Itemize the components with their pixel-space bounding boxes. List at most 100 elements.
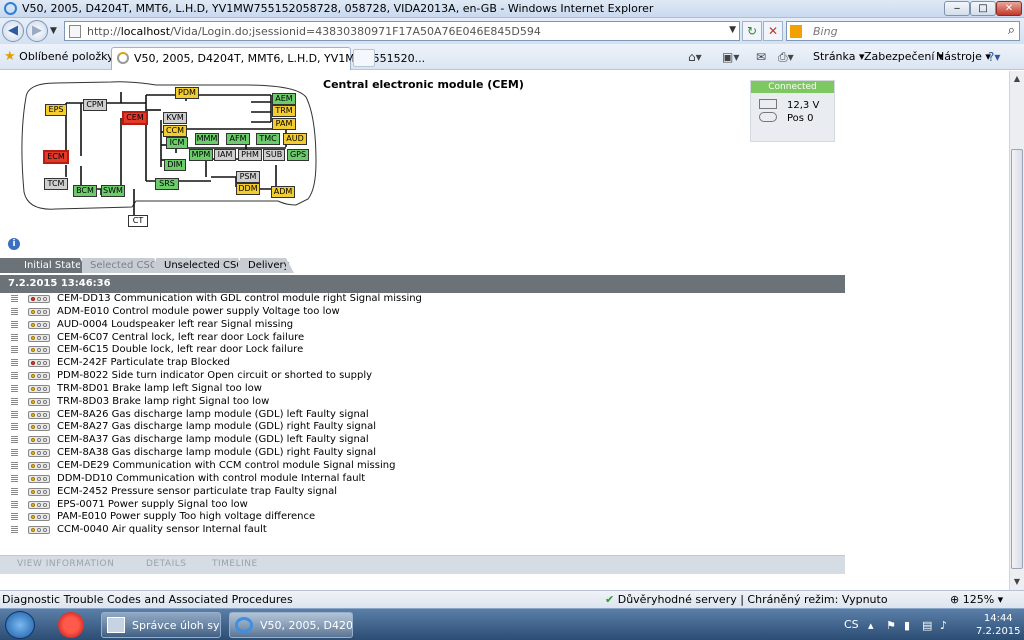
drag-handle-icon[interactable] [11,346,18,355]
module-gps[interactable]: GPS [287,149,309,161]
scroll-up-icon[interactable]: ▲ [1010,71,1024,87]
network-icon[interactable]: ▤ [922,619,932,632]
module-pam[interactable]: PAM [272,118,296,130]
stop-button[interactable]: ✕ [763,21,783,41]
recent-pages-dropdown-icon[interactable]: ▼ [50,26,57,36]
module-tcm[interactable]: TCM [44,178,68,190]
taskbar-ie-window[interactable]: V50, 2005, D4204T... [229,612,353,638]
print-icon[interactable]: ⎙▾ [778,50,794,65]
taskbar-task-manager[interactable]: Správce úloh syst... [101,612,221,638]
browser-tab[interactable]: V50, 2005, D4204T, MMT6, L.H.D, YV1MW755… [111,47,425,70]
drag-handle-icon[interactable] [11,410,18,419]
maximize-button[interactable]: □ [970,1,996,16]
drag-handle-icon[interactable] [11,487,18,496]
drag-handle-icon[interactable] [11,526,18,535]
dtc-row[interactable]: CEM-8A38 Gas discharge lamp module (GDL)… [0,447,845,460]
address-bar[interactable]: http://localhost/Vida/Login.do;jsessioni… [64,21,740,41]
help-icon[interactable]: ?▾ [988,50,1000,64]
module-dim[interactable]: DIM [164,159,186,171]
tab-delivery[interactable]: Delivery [240,258,294,273]
dtc-row[interactable]: PDM-8022 Side turn indicator Open circui… [0,370,845,383]
back-button[interactable]: ◀ [2,20,24,42]
info-icon[interactable]: i [8,238,20,250]
module-mpm[interactable]: MPM [189,149,213,161]
module-aud[interactable]: AUD [283,133,307,145]
address-dropdown-icon[interactable]: ▼ [729,25,736,35]
drag-handle-icon[interactable] [11,436,18,445]
drag-handle-icon[interactable] [11,320,18,329]
close-button[interactable]: ✕ [996,1,1022,16]
module-ct[interactable]: CT [128,215,148,227]
address-url[interactable]: http://localhost/Vida/Login.do;jsessioni… [87,25,541,38]
refresh-button[interactable]: ↻ [742,21,762,41]
start-button[interactable] [5,611,35,639]
dtc-row[interactable]: AUD-0004 Loudspeaker left rear Signal mi… [0,319,845,332]
module-ecm[interactable]: ECM [43,150,69,164]
module-adm[interactable]: ADM [271,186,295,198]
zoom-control[interactable]: ⊕ 125% ▾ [950,593,1003,606]
tools-menu[interactable]: Nástroje ▾ [936,50,991,63]
dtc-row[interactable]: CEM-DD13 Communication with GDL control … [0,293,845,306]
module-cpm[interactable]: CPM [83,99,107,111]
drag-handle-icon[interactable] [11,513,18,522]
module-swm[interactable]: SWM [101,185,125,197]
flag-icon[interactable]: ⚑ [886,619,896,632]
view-information-button[interactable]: VIEW INFORMATION [17,559,114,569]
minimize-button[interactable]: ‒ [944,1,970,16]
module-sub[interactable]: SUB [263,149,285,161]
tab-unselected-csc[interactable]: Unselected CSC [156,258,246,273]
drag-handle-icon[interactable] [11,500,18,509]
favorites-button[interactable]: ★ Oblíbené položky [4,49,114,64]
dtc-row[interactable]: ECM-242F Particulate trap Blocked [0,357,845,370]
dtc-row[interactable]: TRM-8D01 Brake lamp left Signal too low [0,383,845,396]
battery-tray-icon[interactable]: ▮ [904,619,910,632]
drag-handle-icon[interactable] [11,474,18,483]
module-bcm[interactable]: BCM [73,185,97,197]
dtc-row[interactable]: DDM-DD10 Communication with control modu… [0,473,845,486]
module-tmc[interactable]: TMC [256,133,280,145]
module-ccm[interactable]: CCM [163,125,187,137]
drag-handle-icon[interactable] [11,359,18,368]
dtc-row[interactable]: CEM-DE29 Communication with CCM control … [0,460,845,473]
module-icm[interactable]: ICM [166,137,188,149]
module-phm[interactable]: PHM [238,149,262,161]
drag-handle-icon[interactable] [11,295,18,303]
drag-handle-icon[interactable] [11,384,18,393]
dtc-row[interactable]: ECM-2452 Pressure sensor particulate tra… [0,486,845,499]
search-input[interactable]: Bing ⌕ [786,21,1020,41]
module-eps[interactable]: EPS [45,104,67,116]
module-psm[interactable]: PSM [236,171,260,183]
vertical-scrollbar[interactable]: ▲ ▼ [1009,71,1024,590]
feeds-icon[interactable]: ▣▾ [722,50,739,64]
page-menu[interactable]: Stránka ▾ [813,50,864,63]
details-button[interactable]: DETAILS [146,559,186,569]
security-menu[interactable]: Zabezpečení ▾ [864,50,943,63]
dtc-row[interactable]: CEM-8A27 Gas discharge lamp module (GDL)… [0,421,845,434]
tab-selected-csc[interactable]: Selected CSC [82,258,162,273]
drag-handle-icon[interactable] [11,449,18,458]
drag-handle-icon[interactable] [11,333,18,342]
search-icon[interactable]: ⌕ [1008,23,1015,38]
forward-button[interactable]: ▶ [26,20,48,42]
clock[interactable]: 14:44 7.2.2015 [976,612,1021,638]
module-afm[interactable]: AFM [226,133,250,145]
module-iam[interactable]: IAM [214,149,236,161]
timeline-button[interactable]: TIMELINE [212,559,258,569]
drag-handle-icon[interactable] [11,307,18,316]
volume-icon[interactable]: ♪ [940,619,947,632]
module-kvm[interactable]: KVM [163,112,187,124]
mail-icon[interactable]: ✉ [756,50,766,64]
dtc-row[interactable]: CEM-8A37 Gas discharge lamp module (GDL)… [0,434,845,447]
drag-handle-icon[interactable] [11,423,18,432]
dtc-row[interactable]: PAM-E010 Power supply Too high voltage d… [0,511,845,524]
language-indicator[interactable]: CS [844,618,859,631]
tab-initial-state[interactable]: Initial State [0,258,88,273]
new-tab-button[interactable] [353,49,375,67]
module-cem[interactable]: CEM [122,111,148,125]
drag-handle-icon[interactable] [11,372,18,381]
dtc-row[interactable]: CEM-6C15 Double lock, left rear door Loc… [0,344,845,357]
opera-icon[interactable] [58,612,84,638]
show-hidden-icons-icon[interactable]: ▴ [868,619,874,632]
module-pdm[interactable]: PDM [175,87,199,99]
module-trm[interactable]: TRM [272,105,296,117]
